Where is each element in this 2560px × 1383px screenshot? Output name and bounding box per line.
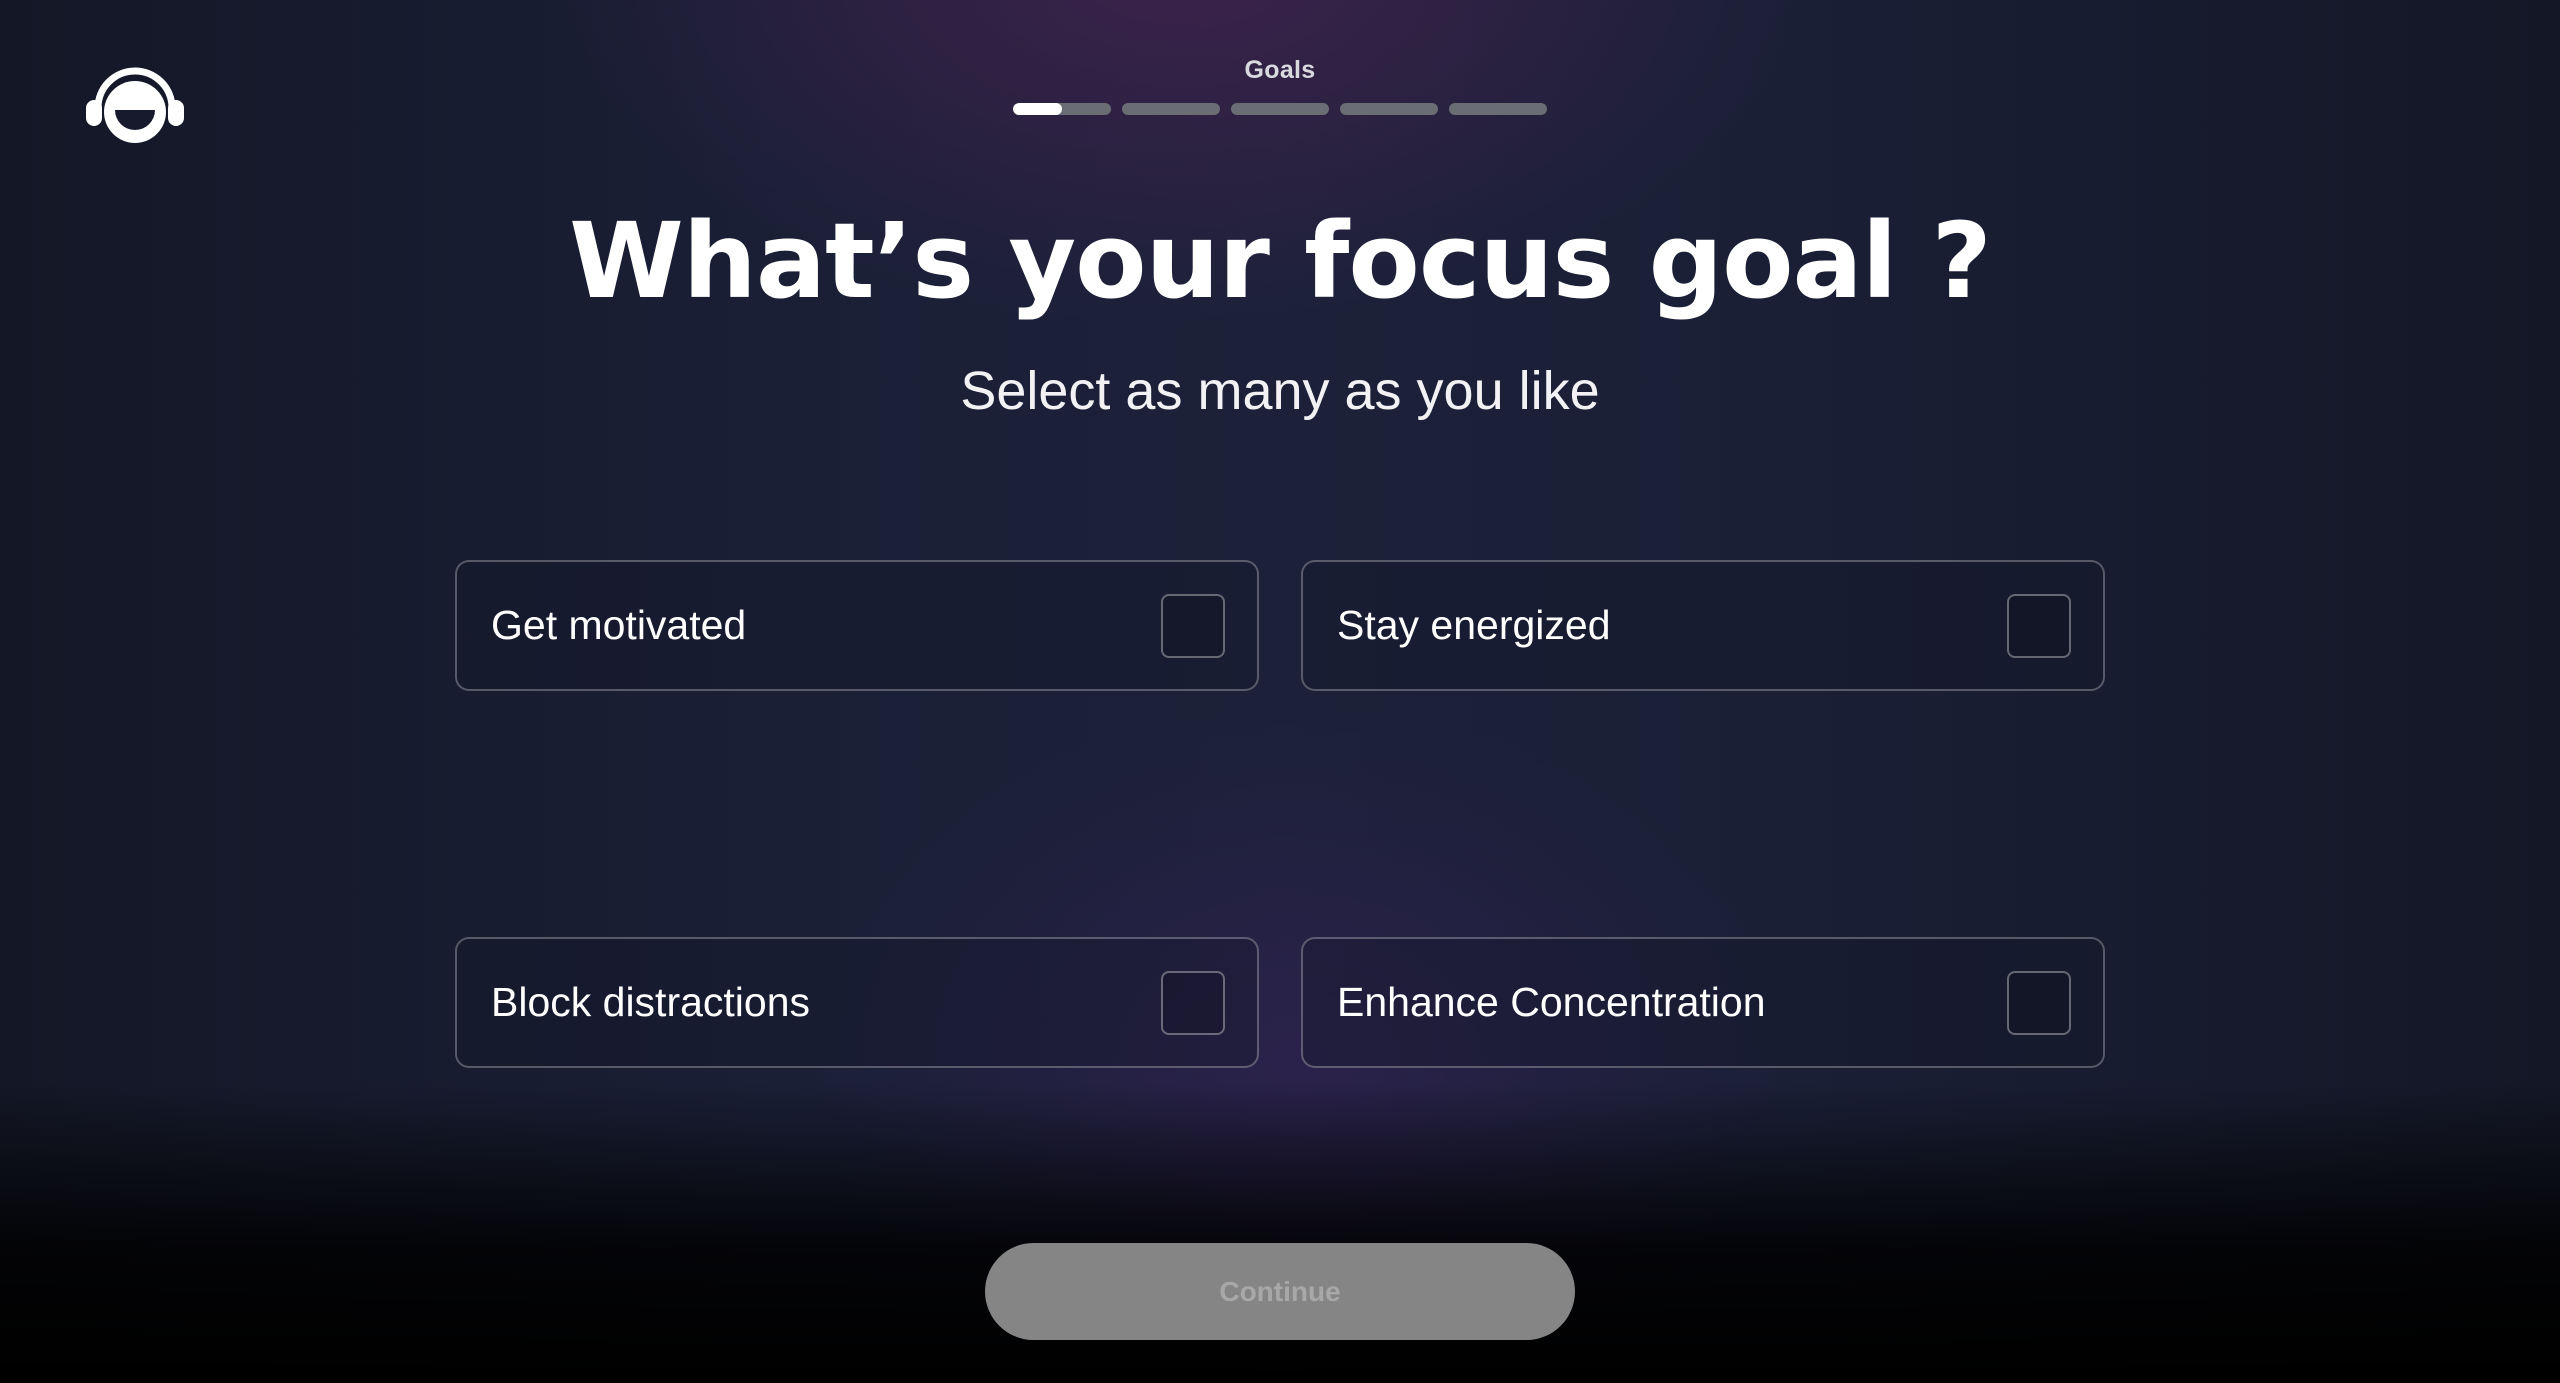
progress-segment — [1122, 103, 1220, 115]
goal-option-label: Enhance Concentration — [1337, 979, 1766, 1025]
goal-option-stay-energized[interactable]: Stay energized — [1301, 560, 2105, 691]
step-progress: Goals — [0, 56, 2560, 115]
goal-checkbox[interactable] — [1161, 970, 1225, 1035]
page-subtitle: Select as many as you like — [960, 361, 1600, 421]
goal-option-enhance-concentration[interactable]: Enhance Concentration — [1301, 937, 2105, 1068]
progress-segment — [1340, 103, 1438, 115]
goal-checkbox[interactable] — [2007, 593, 2071, 658]
progress-bar — [0, 103, 2560, 115]
goal-option-get-motivated[interactable]: Get motivated — [455, 560, 1259, 691]
goal-checkbox[interactable] — [1161, 593, 1225, 658]
step-label: Goals — [1244, 56, 1316, 84]
goal-option-label: Get motivated — [491, 602, 747, 648]
goal-option-block-distractions[interactable]: Block distractions — [455, 937, 1259, 1068]
progress-segment — [1449, 103, 1547, 115]
onboarding-screen: Goals What’s your focus goal ? Select as… — [0, 0, 2560, 1383]
goal-option-label: Block distractions — [491, 979, 811, 1025]
progress-segment — [1013, 103, 1111, 115]
goal-checkbox[interactable] — [2007, 970, 2071, 1035]
page-title: What’s your focus goal ? — [569, 200, 1992, 322]
progress-segment — [1231, 103, 1329, 115]
continue-button[interactable]: Continue — [985, 1243, 1575, 1340]
goal-option-label: Stay energized — [1337, 602, 1611, 648]
